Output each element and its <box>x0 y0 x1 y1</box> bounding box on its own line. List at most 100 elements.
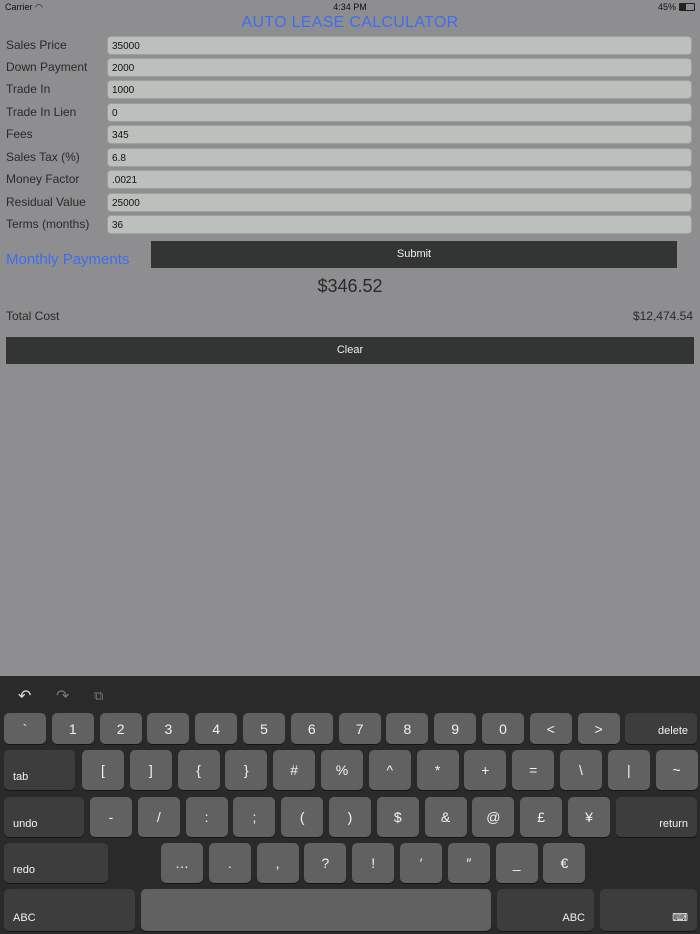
sales-tax-input[interactable] <box>107 148 692 167</box>
key-r1-2[interactable]: 2 <box>99 713 142 744</box>
hide-keyboard-key[interactable]: ⌨ <box>600 889 697 931</box>
key-r2-3[interactable]: } <box>225 750 268 790</box>
delete-key[interactable]: delete <box>625 713 697 744</box>
key-r1-2-label: 2 <box>116 720 125 737</box>
battery-status: 45% <box>658 2 695 12</box>
key-r2-2-label: { <box>196 762 201 778</box>
key-r2-8[interactable]: + <box>464 750 507 790</box>
key-r4-5[interactable]: ′ <box>400 843 442 883</box>
row-fees: Fees <box>0 125 700 145</box>
key-r3-10[interactable]: ¥ <box>568 797 610 837</box>
key-r1-8[interactable]: 8 <box>386 713 429 744</box>
key-r3-3[interactable]: ; <box>233 797 276 837</box>
key-r1-6[interactable]: 6 <box>290 713 333 744</box>
abc-key-left[interactable]: ABC <box>4 889 135 931</box>
key-r3-4-label: ( <box>299 809 305 825</box>
undo-icon[interactable]: ↶ <box>18 686 31 706</box>
key-r3-6[interactable]: $ <box>376 797 419 837</box>
residual-value-input[interactable] <box>107 193 692 212</box>
abc-key-right[interactable]: ABC <box>497 889 594 931</box>
key-r4-1[interactable]: . <box>208 843 251 883</box>
key-r1-5[interactable]: 5 <box>243 713 285 744</box>
fees-input[interactable] <box>107 125 692 144</box>
key-r1-11-label: < <box>546 720 555 737</box>
clear-button[interactable]: Clear <box>6 337 694 364</box>
key-r1-9[interactable]: 9 <box>434 713 477 744</box>
key-r3-1[interactable]: / <box>137 797 180 837</box>
key-r4-7[interactable]: _ <box>495 843 538 883</box>
key-r2-10[interactable]: \ <box>560 750 602 790</box>
return-key-label: return <box>659 818 688 830</box>
key-r3-0-label: - <box>108 809 114 825</box>
battery-percent: 45% <box>657 2 676 12</box>
key-r1-4[interactable]: 4 <box>195 713 238 744</box>
key-r2-0[interactable]: [ <box>82 750 124 790</box>
key-r4-3-label: ? <box>321 855 330 871</box>
key-r3-4[interactable]: ( <box>281 797 324 837</box>
key-r1-9-label: 9 <box>451 720 460 737</box>
key-r2-11[interactable]: | <box>607 750 650 790</box>
onscreen-keyboard: ↶ ↷ ⧉ ` 1 2 3 4 5 6 7 8 9 0 < > delete tab [] {} #% ^ * + = \ |… <box>0 676 700 934</box>
trade-in-lien-label: Trade In Lien <box>6 105 77 119</box>
key-r1-4-label: 4 <box>212 720 221 737</box>
key-r3-10-label: ¥ <box>585 809 593 825</box>
key-r4-4[interactable]: ! <box>352 843 395 883</box>
residual-value-label: Residual Value <box>6 195 86 209</box>
tab-key[interactable]: tab <box>4 750 75 790</box>
key-r4-8[interactable]: € <box>543 843 586 883</box>
row-down-payment: Down Payment <box>0 58 700 78</box>
undo-key[interactable]: undo <box>4 797 84 837</box>
key-r4-3[interactable]: ? <box>304 843 347 883</box>
app-title: AUTO LEASE CALCULATOR <box>241 14 459 31</box>
return-key[interactable]: return <box>616 797 697 837</box>
key-r4-6[interactable]: ″ <box>447 843 490 883</box>
key-r4-0[interactable]: … <box>161 843 203 883</box>
key-r1-3[interactable]: 3 <box>147 713 190 744</box>
trade-in-lien-input[interactable] <box>107 103 692 122</box>
key-r1-0[interactable]: ` <box>4 713 46 744</box>
key-r2-2[interactable]: { <box>177 750 220 790</box>
key-r1-1[interactable]: 1 <box>51 713 94 744</box>
key-r3-8[interactable]: @ <box>472 797 515 837</box>
down-payment-input[interactable] <box>107 58 692 77</box>
key-r2-3-label: } <box>244 762 249 778</box>
key-r1-12[interactable]: > <box>577 713 620 744</box>
key-r3-9[interactable]: £ <box>520 797 563 837</box>
key-r2-12[interactable]: ~ <box>655 750 698 790</box>
key-r4-2[interactable]: , <box>256 843 299 883</box>
key-r2-0-label: [ <box>101 762 105 778</box>
key-r2-5-label: % <box>335 762 349 778</box>
fees-label: Fees <box>6 127 33 141</box>
key-r4-2-label: , <box>275 855 280 871</box>
space-key[interactable] <box>141 889 491 931</box>
terms-input[interactable] <box>107 215 692 234</box>
key-r3-8-label: @ <box>486 809 501 825</box>
key-r2-1[interactable]: ] <box>129 750 172 790</box>
key-r1-10[interactable]: 0 <box>482 713 524 744</box>
abc-key-right-label: ABC <box>562 912 585 924</box>
sales-price-input[interactable] <box>107 36 692 55</box>
redo-icon[interactable]: ↷ <box>56 686 69 706</box>
paste-icon[interactable]: ⧉ <box>94 688 103 704</box>
key-r4-8-label: € <box>560 855 569 871</box>
key-r1-7[interactable]: 7 <box>338 713 381 744</box>
key-r2-4[interactable]: # <box>273 750 316 790</box>
key-r1-11[interactable]: < <box>529 713 572 744</box>
key-r1-7-label: 7 <box>355 720 364 737</box>
redo-key[interactable]: redo <box>4 843 108 883</box>
key-r2-4-label: # <box>290 762 299 778</box>
key-r3-0[interactable]: - <box>90 797 132 837</box>
key-r2-5[interactable]: % <box>321 750 363 790</box>
key-r2-7[interactable]: * <box>416 750 459 790</box>
key-r3-7[interactable]: & <box>424 797 467 837</box>
submit-button[interactable]: Submit <box>151 241 677 268</box>
key-r2-9[interactable]: = <box>512 750 555 790</box>
key-r2-12-label: ~ <box>672 762 681 778</box>
trade-in-input[interactable] <box>107 80 692 99</box>
key-r2-6[interactable]: ^ <box>368 750 411 790</box>
key-r3-2[interactable]: : <box>185 797 228 837</box>
key-r4-4-label: ! <box>371 855 376 871</box>
key-r3-5[interactable]: ) <box>329 797 371 837</box>
money-factor-input[interactable] <box>107 170 692 189</box>
key-r2-1-label: ] <box>148 762 153 778</box>
